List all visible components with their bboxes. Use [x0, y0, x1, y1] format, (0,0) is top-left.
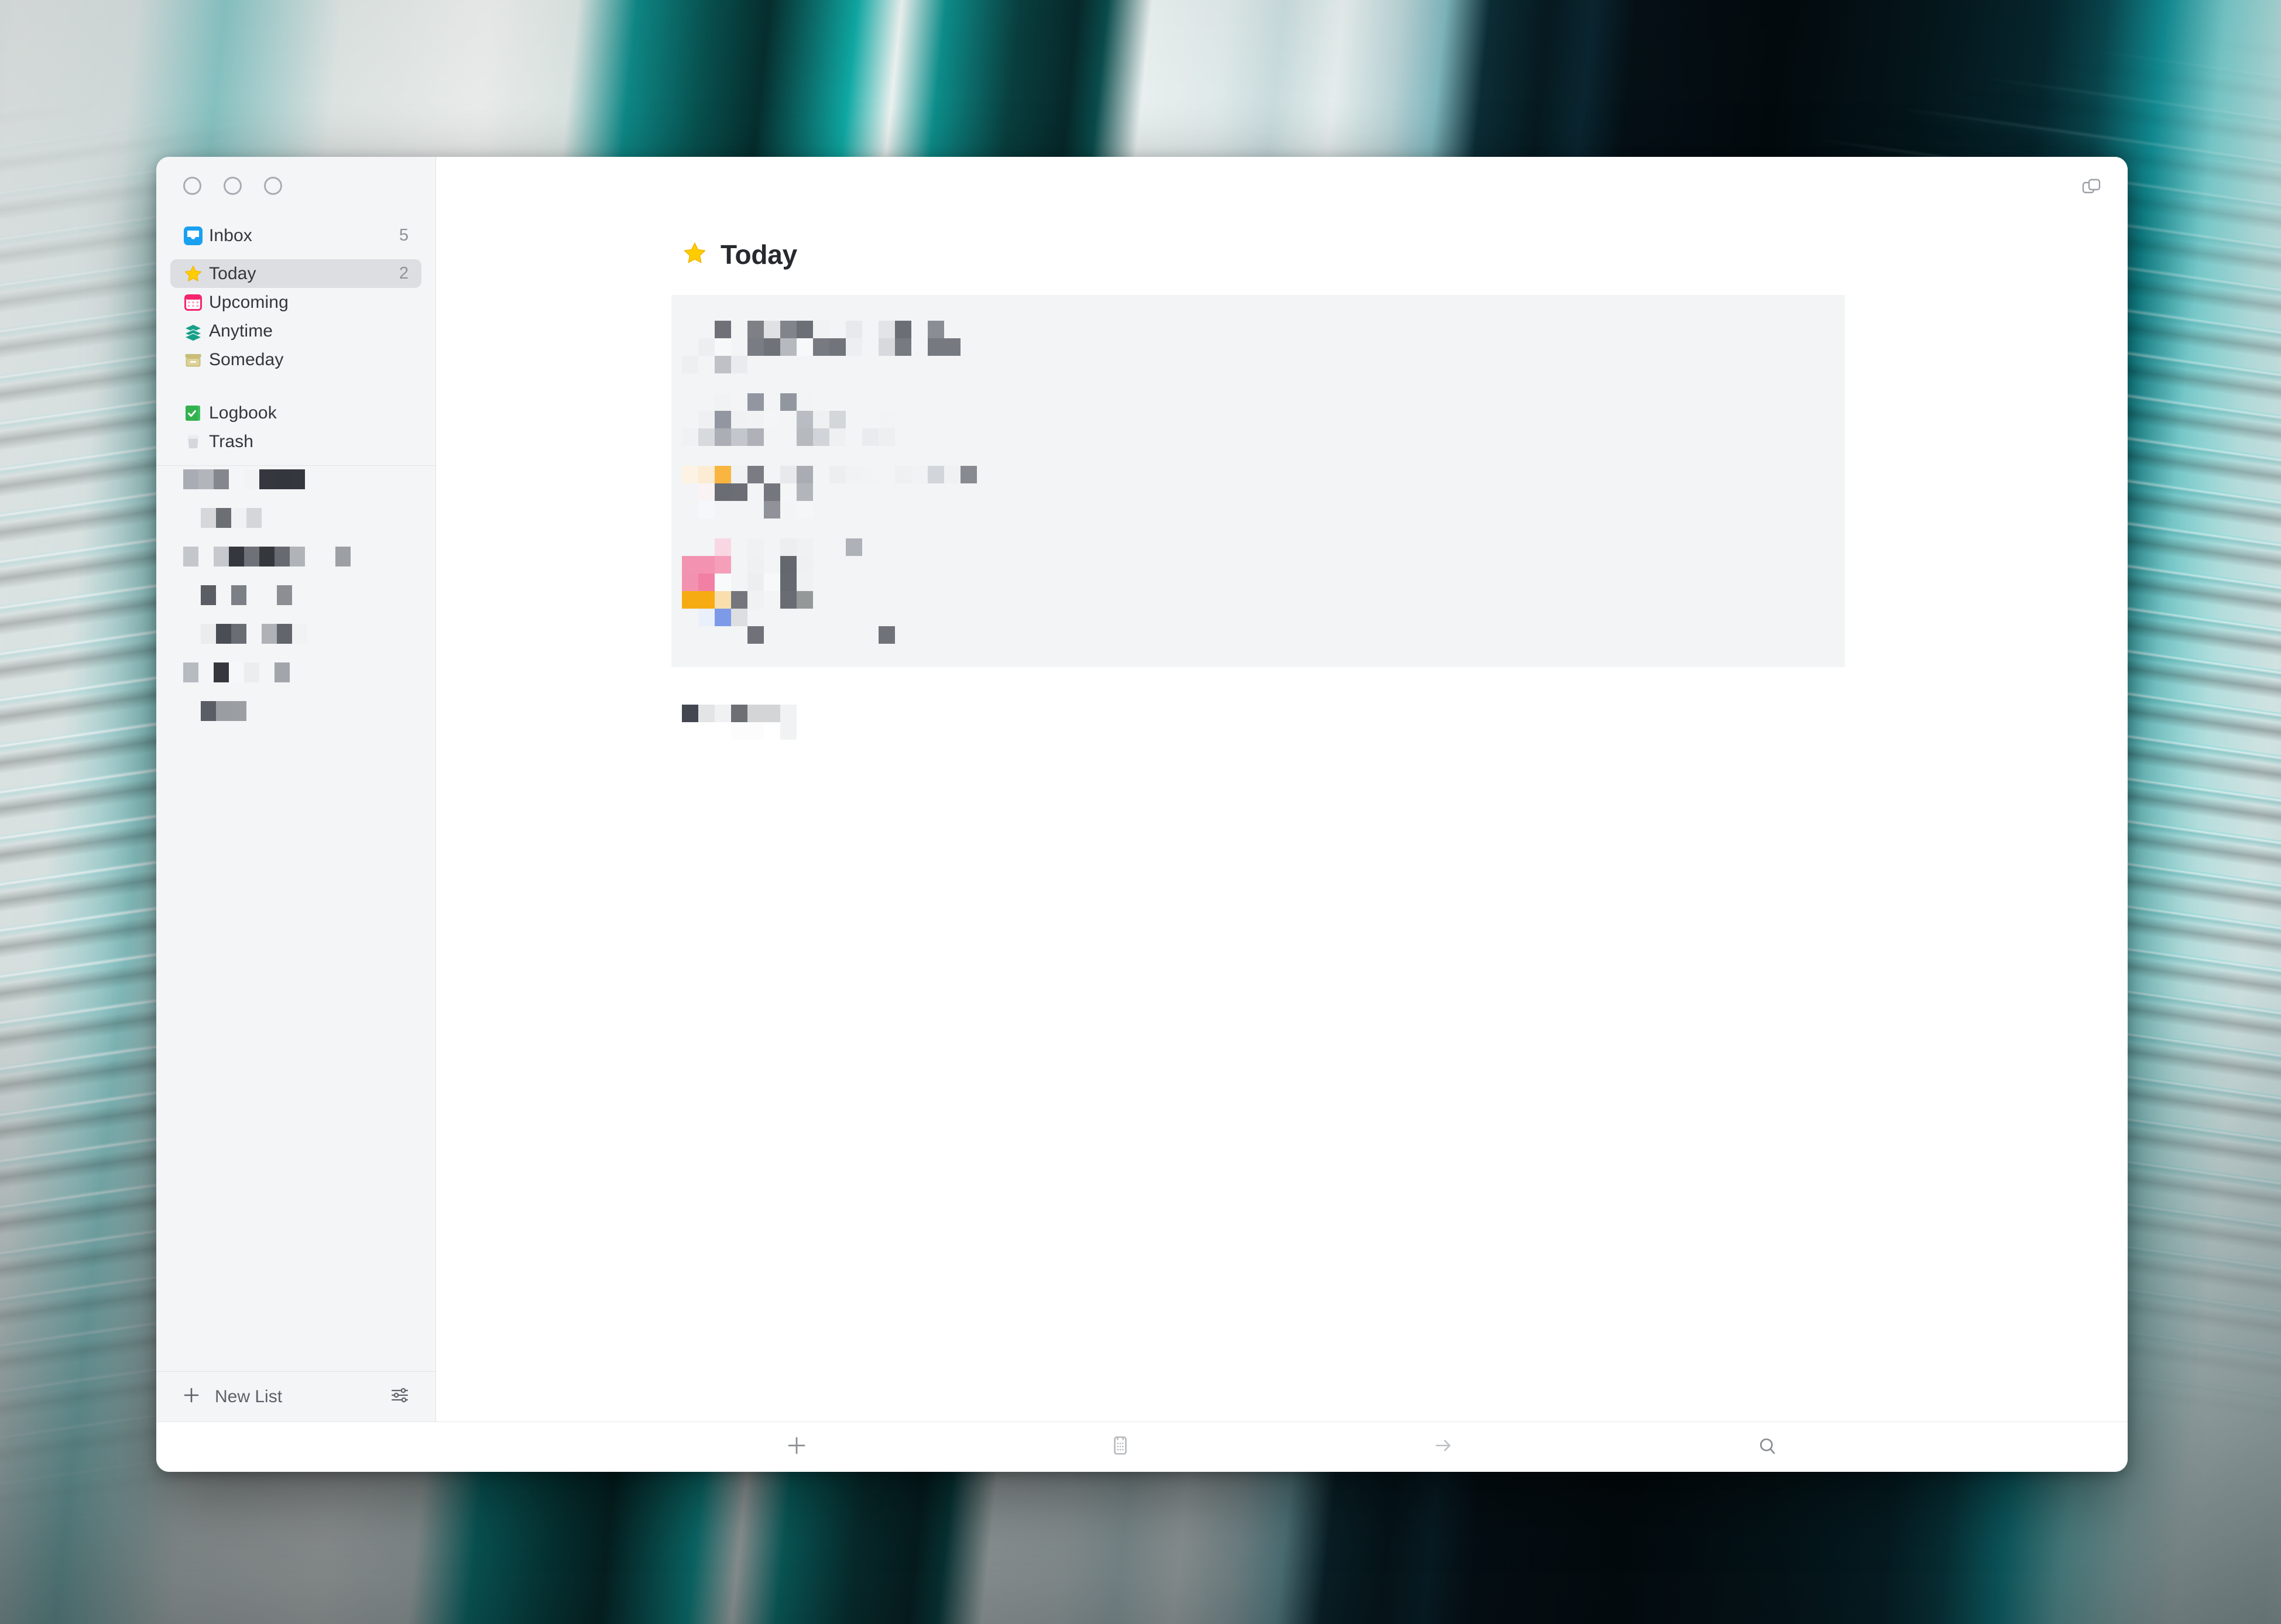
redacted-text-line — [682, 338, 1845, 356]
redacted-text-line — [682, 501, 1845, 519]
redacted-text-line — [682, 705, 2128, 722]
redacted-text-line — [682, 556, 1845, 574]
task-row[interactable] — [682, 538, 1845, 644]
logbook-icon — [183, 403, 209, 423]
redacted-text-line — [682, 321, 1845, 338]
redacted-text — [201, 508, 262, 528]
sidebar-footer: New List — [156, 1371, 435, 1422]
sidebar-item-label: Trash — [209, 431, 254, 451]
minimize-button[interactable] — [224, 177, 242, 195]
sidebar-item-label: Upcoming — [209, 292, 289, 312]
redacted-text-line — [682, 626, 1845, 644]
sidebar-item-inbox[interactable]: Inbox 5 — [170, 221, 421, 250]
new-todo-button[interactable] — [786, 1434, 808, 1460]
redacted-text — [183, 469, 305, 489]
page-title: Today — [721, 239, 798, 270]
sidebar-redacted-list-item[interactable] — [156, 469, 435, 489]
zoom-button[interactable] — [264, 177, 282, 195]
sidebar-item-logbook[interactable]: Logbook — [170, 399, 421, 427]
sidebar-nav-group-primary: Inbox 5 Today 2 Upcoming Anytime Someday… — [156, 221, 435, 456]
things-app-window: Inbox 5 Today 2 Upcoming Anytime Someday… — [156, 157, 2128, 1472]
sidebar-item-upcoming[interactable]: Upcoming — [170, 288, 421, 317]
sidebar-item-count: 5 — [399, 226, 409, 245]
redacted-text-line — [682, 574, 1845, 591]
sidebar-divider — [156, 465, 435, 466]
redacted-text-line — [682, 538, 1845, 556]
search-button[interactable] — [1756, 1434, 1778, 1460]
redacted-text-line — [682, 609, 1845, 626]
sidebar-redacted-lists — [156, 469, 435, 721]
plus-icon — [788, 1437, 805, 1454]
redacted-text-line — [682, 466, 1845, 483]
page-header: Today — [436, 157, 2128, 270]
sidebar-redacted-list-item[interactable] — [156, 585, 435, 605]
layers-icon — [183, 321, 209, 341]
close-button[interactable] — [183, 177, 201, 195]
redacted-text-line — [682, 411, 1845, 428]
sidebar-item-someday[interactable]: Someday — [170, 345, 421, 374]
task-group-selected[interactable] — [671, 295, 1845, 667]
task-row[interactable] — [682, 705, 2128, 740]
calendar-icon — [183, 293, 209, 313]
redacted-text — [201, 585, 292, 605]
move-button[interactable] — [1432, 1434, 1455, 1460]
sidebar-item-label: Logbook — [209, 403, 277, 423]
redacted-text-line — [682, 356, 1845, 373]
redacted-text-line — [682, 393, 1845, 411]
toolbar-buttons — [436, 1434, 2128, 1460]
sidebar-redacted-list-item[interactable] — [156, 508, 435, 528]
calendar-icon — [1113, 1436, 1127, 1455]
task-row[interactable] — [682, 321, 1845, 373]
content-area: Today — [436, 157, 2128, 1422]
redacted-text — [201, 701, 277, 721]
when-button[interactable] — [1109, 1434, 1131, 1460]
redacted-text — [201, 624, 307, 644]
search-icon — [1759, 1438, 1775, 1454]
sliders-icon[interactable] — [390, 1385, 410, 1408]
sidebar-redacted-list-item[interactable] — [156, 662, 435, 682]
sidebar-scroll-area: Inbox 5 Today 2 Upcoming Anytime Someday… — [156, 211, 435, 1371]
sidebar-item-label: Anytime — [209, 321, 273, 341]
sidebar-item-today[interactable]: Today 2 — [170, 259, 421, 288]
sidebar-redacted-list-item[interactable] — [156, 624, 435, 644]
redacted-text — [183, 662, 290, 682]
redacted-text-line — [682, 722, 2128, 740]
redacted-text-line — [682, 428, 1845, 446]
sidebar-redacted-list-item[interactable] — [156, 547, 435, 566]
bottom-toolbar — [156, 1422, 2128, 1472]
redacted-text-line — [682, 483, 1845, 501]
sidebar: Inbox 5 Today 2 Upcoming Anytime Someday… — [156, 157, 436, 1422]
inbox-icon — [183, 226, 209, 246]
star-icon — [682, 241, 708, 269]
redacted-text — [183, 547, 351, 566]
star-icon — [183, 264, 209, 284]
window-body: Inbox 5 Today 2 Upcoming Anytime Someday… — [156, 157, 2128, 1422]
task-row[interactable] — [682, 466, 1845, 519]
trash-icon — [183, 432, 209, 452]
redacted-text-line — [682, 591, 1845, 609]
duplicate-window-icon — [2082, 178, 2101, 194]
arrow-right-icon — [1436, 1440, 1451, 1451]
task-row[interactable] — [682, 393, 1845, 446]
sidebar-redacted-list-item[interactable] — [156, 701, 435, 721]
split-view-button[interactable] — [2080, 177, 2103, 203]
plus-icon — [182, 1386, 201, 1407]
archive-box-icon — [183, 350, 209, 370]
sidebar-item-label: Inbox — [209, 225, 252, 245]
sidebar-item-label: Someday — [209, 349, 284, 369]
sidebar-item-trash[interactable]: Trash — [170, 427, 421, 456]
sidebar-item-count: 2 — [399, 264, 409, 283]
task-list — [436, 270, 2128, 740]
new-list-button[interactable]: New List — [182, 1386, 282, 1407]
window-traffic-lights — [156, 157, 435, 211]
sidebar-item-label: Today — [209, 263, 256, 283]
new-list-label: New List — [215, 1386, 283, 1406]
sidebar-item-anytime[interactable]: Anytime — [170, 317, 421, 345]
